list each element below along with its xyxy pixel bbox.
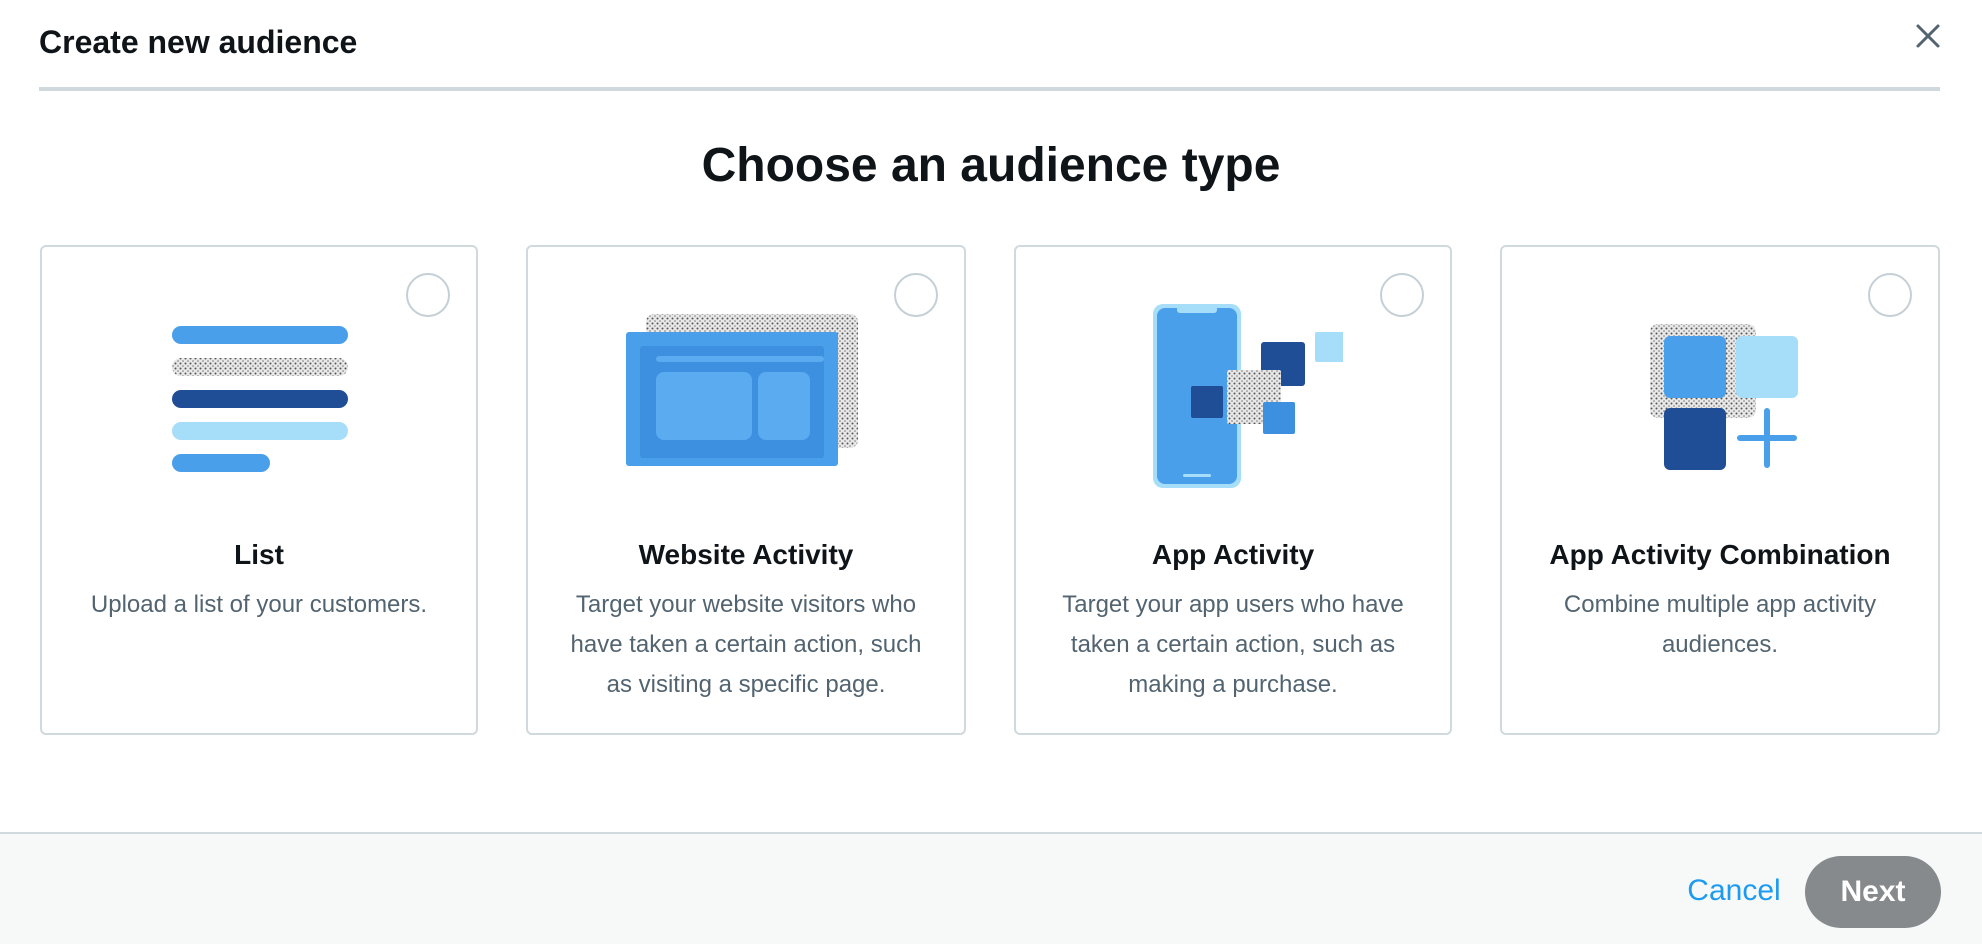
page-heading: Choose an audience type <box>701 139 1281 192</box>
close-button[interactable] <box>1908 16 1948 56</box>
next-button[interactable]: Next <box>1805 856 1941 928</box>
list-illustration-icon <box>42 297 476 497</box>
modal-title: Create new audience <box>39 24 358 60</box>
app-combination-illustration-icon <box>1502 297 1938 497</box>
card-title: App Activity <box>1151 539 1315 570</box>
cancel-button[interactable]: Cancel <box>1676 854 1792 928</box>
audience-card-app-activity[interactable]: App Activity Target your app users who h… <box>1014 245 1452 735</box>
header-divider <box>39 87 1940 91</box>
card-title: App Activity Combination <box>1549 539 1891 570</box>
card-title: List <box>234 539 284 570</box>
card-description: Combine multiple app activity audiences. <box>1563 591 1877 658</box>
card-description: Target your app users who have taken a c… <box>1062 591 1404 698</box>
audience-card-website-activity[interactable]: Website Activity Target your website vis… <box>526 245 966 735</box>
website-illustration-icon <box>528 297 964 497</box>
mobile-app-illustration-icon <box>1016 297 1450 497</box>
close-icon <box>1916 24 1940 48</box>
card-description: Upload a list of your customers. <box>90 591 428 618</box>
create-audience-modal: Create new audience Choose an audience t… <box>0 0 1982 944</box>
card-description: Target your website visitors who have ta… <box>570 591 922 698</box>
audience-card-list[interactable]: List Upload a list of your customers. <box>40 245 478 735</box>
audience-card-app-activity-combination[interactable]: App Activity Combination Combine multipl… <box>1500 245 1940 735</box>
card-title: Website Activity <box>638 539 854 570</box>
